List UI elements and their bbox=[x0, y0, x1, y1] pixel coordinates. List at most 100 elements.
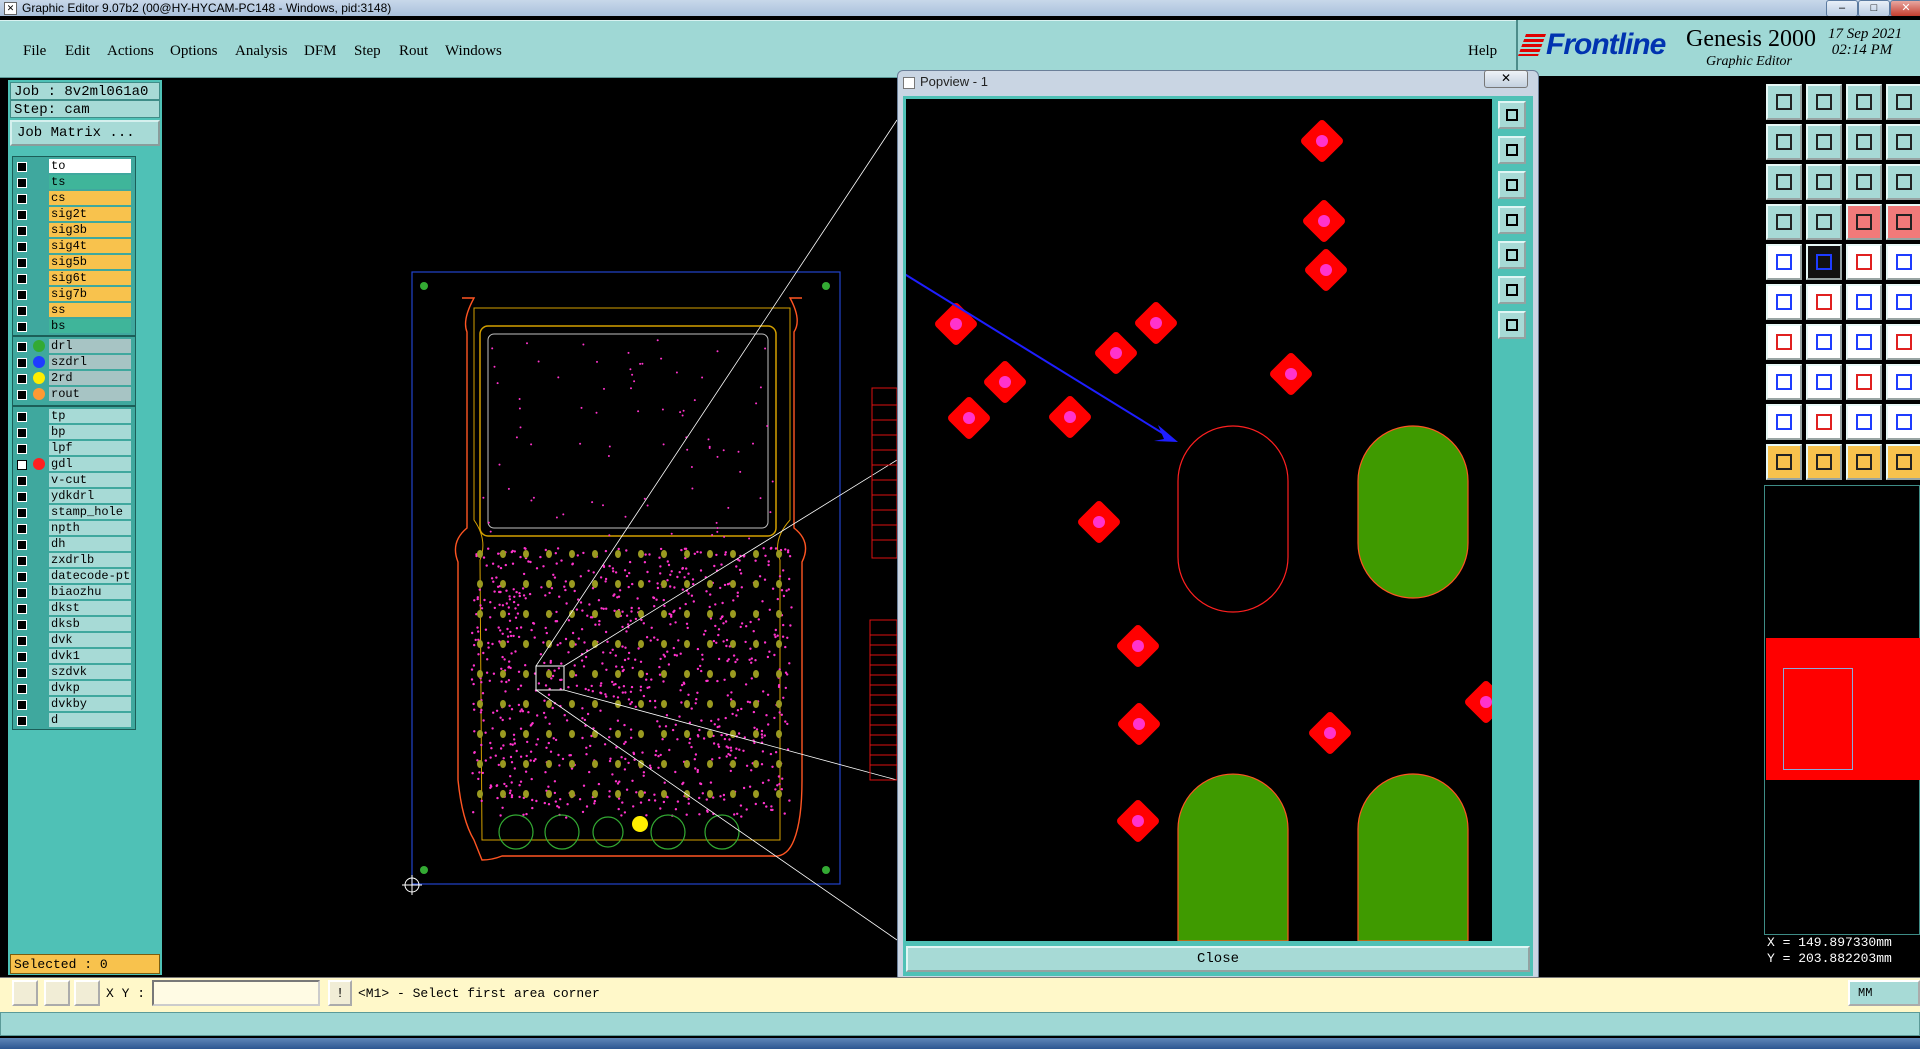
layer-row-sig6t[interactable]: sig6t bbox=[13, 271, 133, 286]
measure-button[interactable] bbox=[1766, 204, 1802, 240]
layer-checkbox[interactable] bbox=[17, 572, 27, 582]
menu-file[interactable]: File bbox=[23, 43, 46, 60]
layer-checkbox[interactable] bbox=[17, 492, 27, 502]
fill-button[interactable] bbox=[1886, 244, 1920, 280]
layer-row-dvk1[interactable]: dvk1 bbox=[13, 649, 133, 664]
layer-row-datecode-ptc[interactable]: datecode-ptc bbox=[13, 569, 133, 584]
layer-name[interactable]: v-cut bbox=[49, 473, 131, 487]
overview-view-frame[interactable] bbox=[1783, 668, 1853, 770]
center-button[interactable] bbox=[1806, 164, 1842, 200]
main-graphics-canvas[interactable] bbox=[162, 80, 897, 975]
layer-name[interactable]: rout bbox=[49, 387, 131, 401]
help-button[interactable] bbox=[1886, 124, 1920, 160]
layer-checkbox[interactable] bbox=[17, 636, 27, 646]
layer-checkbox[interactable] bbox=[17, 194, 27, 204]
add-feature-button[interactable] bbox=[1766, 244, 1802, 280]
layer-name[interactable]: sig5b bbox=[49, 255, 131, 269]
layer-name[interactable]: stamp_hole bbox=[49, 505, 131, 519]
status-tool-2-button[interactable] bbox=[44, 980, 70, 1006]
layer-name[interactable]: drl bbox=[49, 339, 131, 353]
layer-name[interactable]: 2rd bbox=[49, 371, 131, 385]
layer-checkbox[interactable] bbox=[17, 322, 27, 332]
menu-edit[interactable]: Edit bbox=[65, 43, 90, 60]
status-grid-button[interactable] bbox=[74, 980, 100, 1006]
layer-name[interactable]: szdvk bbox=[49, 665, 131, 679]
layer-name[interactable]: dvk bbox=[49, 633, 131, 647]
xy-apply-button[interactable]: ! bbox=[328, 980, 352, 1006]
layer-row-dh[interactable]: dh bbox=[13, 537, 133, 552]
layer-name[interactable]: gdl bbox=[49, 457, 131, 471]
menu-step[interactable]: Step bbox=[354, 43, 381, 60]
split-button[interactable] bbox=[1806, 364, 1842, 400]
curve-button[interactable] bbox=[1846, 324, 1882, 360]
rect-button[interactable] bbox=[1766, 364, 1802, 400]
layer-row-sig5b[interactable]: sig5b bbox=[13, 255, 133, 270]
layer-row-2rd[interactable]: 2rd bbox=[13, 371, 133, 386]
arc-button[interactable] bbox=[1766, 324, 1802, 360]
layer-checkbox[interactable] bbox=[17, 210, 27, 220]
layer-row-szdrl[interactable]: szdrl bbox=[13, 355, 133, 370]
pop-zoom-home-button[interactable] bbox=[1498, 101, 1526, 129]
layer-name[interactable]: bp bbox=[49, 425, 131, 439]
pop-pan-right-button[interactable] bbox=[1498, 241, 1526, 269]
layer-name[interactable]: ts bbox=[49, 175, 131, 189]
select-net-button[interactable] bbox=[1766, 284, 1802, 320]
pop-zoom-in-button[interactable] bbox=[1498, 136, 1526, 164]
triangle-b-button[interactable] bbox=[1806, 404, 1842, 440]
draw-line-button[interactable] bbox=[1806, 244, 1842, 280]
layer-row-bs[interactable]: bs bbox=[13, 319, 133, 334]
menu-actions[interactable]: Actions bbox=[107, 43, 154, 60]
menu-windows[interactable]: Windows bbox=[445, 43, 502, 60]
layer-name[interactable]: lpf bbox=[49, 441, 131, 455]
layer-checkbox[interactable] bbox=[17, 342, 27, 352]
layer-checkbox[interactable] bbox=[17, 374, 27, 384]
pan-left-button[interactable] bbox=[1766, 124, 1802, 160]
move-pin-button[interactable] bbox=[1846, 364, 1882, 400]
question-button[interactable] bbox=[1886, 164, 1920, 200]
grid-button[interactable] bbox=[1806, 204, 1842, 240]
layer-checkbox[interactable] bbox=[17, 620, 27, 630]
popview-close-x-button[interactable]: ✕ bbox=[1484, 70, 1528, 88]
pop-pan-left-button[interactable] bbox=[1498, 206, 1526, 234]
pop-move-button[interactable] bbox=[1498, 311, 1526, 339]
menu-help[interactable]: Help bbox=[1468, 43, 1497, 60]
layer-row-rout[interactable]: rout bbox=[13, 387, 133, 402]
layer-row-drl[interactable]: drl bbox=[13, 339, 133, 354]
layer-name[interactable]: sig7b bbox=[49, 287, 131, 301]
layer-row-sig3b[interactable]: sig3b bbox=[13, 223, 133, 238]
layer-checkbox[interactable] bbox=[17, 716, 27, 726]
layer-checkbox[interactable] bbox=[17, 476, 27, 486]
zoom-home-button[interactable] bbox=[1766, 84, 1802, 120]
layer-checkbox[interactable] bbox=[17, 178, 27, 188]
layer-name[interactable]: d bbox=[49, 713, 131, 727]
layer-checkbox[interactable] bbox=[17, 604, 27, 614]
triangle-d-button[interactable] bbox=[1886, 404, 1920, 440]
popview-close-button[interactable]: Close bbox=[906, 946, 1530, 972]
menu-rout[interactable]: Rout bbox=[399, 43, 428, 60]
layer-row-sig7b[interactable]: sig7b bbox=[13, 287, 133, 302]
select-area-button[interactable] bbox=[1846, 444, 1882, 480]
layer-name[interactable]: sig3b bbox=[49, 223, 131, 237]
status-tool-1-button[interactable] bbox=[12, 980, 38, 1006]
layer-checkbox[interactable] bbox=[17, 524, 27, 534]
layer-list-scroll-area[interactable] bbox=[136, 156, 158, 728]
layer-name[interactable]: npth bbox=[49, 521, 131, 535]
maximize-button[interactable]: □ bbox=[1858, 0, 1890, 17]
layer-checkbox[interactable] bbox=[17, 390, 27, 400]
layer-checkbox[interactable] bbox=[17, 358, 27, 368]
route-button[interactable] bbox=[1886, 284, 1920, 320]
pan-right-button[interactable] bbox=[1806, 124, 1842, 160]
layer-name[interactable]: to bbox=[49, 159, 131, 173]
layer-checkbox[interactable] bbox=[17, 540, 27, 550]
layer-row-gdl[interactable]: gdl bbox=[13, 457, 133, 472]
layer-name[interactable]: szdrl bbox=[49, 355, 131, 369]
fit-all-button[interactable] bbox=[1766, 164, 1802, 200]
layer-name[interactable]: zxdrlb bbox=[49, 553, 131, 567]
xy-input[interactable] bbox=[152, 980, 320, 1006]
pop-fit-button[interactable] bbox=[1498, 276, 1526, 304]
snap-layers-button[interactable] bbox=[1846, 204, 1882, 240]
layer-name[interactable]: bs bbox=[49, 319, 131, 333]
layer-name[interactable]: ss bbox=[49, 303, 131, 317]
layer-row-cs[interactable]: cs bbox=[13, 191, 133, 206]
layer-row-sig4t[interactable]: sig4t bbox=[13, 239, 133, 254]
